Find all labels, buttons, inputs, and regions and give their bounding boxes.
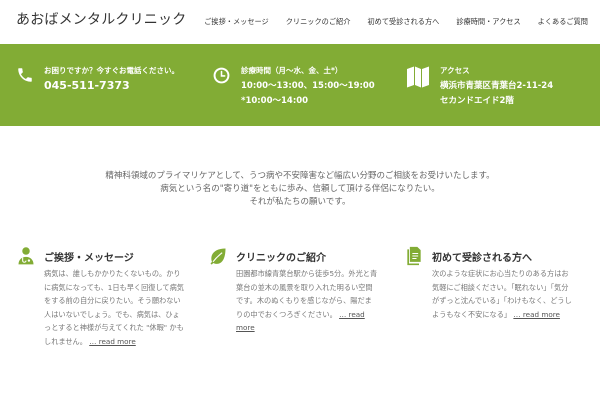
access-address: 横浜市青葉区青葉台2-11-24 — [440, 81, 554, 91]
nav-first-visit[interactable]: 初めて受診される方へ — [367, 17, 439, 27]
leaf-icon — [210, 248, 226, 265]
hours-saturday: *10:00〜14:00 — [241, 96, 309, 106]
intro-line: それが私たちの願いです。 — [249, 197, 351, 207]
map-icon — [407, 66, 429, 88]
phone-info: お困りですか？今すぐお電話ください。 045-511-7373 — [16, 44, 196, 126]
main-nav: ご挨拶・メッセージ クリニックのご紹介 初めて受診される方へ 診療時間・アクセス… — [187, 17, 588, 27]
feature-text: 田園都市線青葉台駅から徒歩5分。外光と青葉台の並木の風景を取り入れた明るい空間で… — [236, 269, 378, 332]
access-building: セカンドエイド2階 — [440, 96, 514, 106]
document-icon — [407, 246, 421, 266]
feature-title[interactable]: クリニックのご紹介 — [236, 249, 326, 264]
nav-faq[interactable]: よくあるご質問 — [538, 17, 588, 27]
intro-line: 病気という名の"寄り道"をともに歩み、信頼して頂ける伴侶になりたい。 — [160, 184, 440, 194]
feature-title[interactable]: ご挨拶・メッセージ — [44, 249, 134, 264]
read-more-link[interactable]: … read more — [513, 310, 560, 319]
access-label: アクセス — [440, 66, 470, 75]
nav-greeting[interactable]: ご挨拶・メッセージ — [204, 17, 269, 27]
intro-line: 精神科領域のプライマリケアとして、うつ病や不安障害など幅広い分野のご相談をお受け… — [105, 171, 495, 181]
phone-number[interactable]: 045-511-7373 — [44, 79, 130, 92]
access-info: アクセス 横浜市青葉区青葉台2-11-24 セカンドエイド2階 — [406, 44, 596, 126]
hours-info: 診療時間（月〜水、金、土*） 10:00〜13:00、15:00〜19:00 *… — [212, 44, 392, 126]
read-more-link[interactable]: … read more — [89, 337, 136, 346]
site-header: あおばメンタルクリニック ご挨拶・メッセージ クリニックのご紹介 初めて受診され… — [0, 0, 600, 44]
feature-text: 次のような症状にお心当たりのある方はお気軽にご相談ください。「眠れない」「気分が… — [432, 269, 572, 319]
intro-message: 精神科領域のプライマリケアとして、うつ病や不安障害など幅広い分野のご相談をお受け… — [0, 170, 600, 209]
nav-clinic-intro[interactable]: クリニックのご紹介 — [286, 17, 351, 27]
feature-text: 病気は、誰しもかかりたくないもの。かりに病気になっても、1日も早く回復して病気を… — [44, 269, 184, 346]
site-title[interactable]: あおばメンタルクリニック — [16, 9, 186, 29]
clock-icon — [213, 67, 230, 84]
phone-label: お困りですか？今すぐお電話ください。 — [44, 66, 179, 75]
doctor-icon — [18, 247, 34, 265]
nav-hours-access[interactable]: 診療時間・アクセス — [456, 17, 520, 27]
feature-title[interactable]: 初めて受診される方へ — [432, 249, 532, 264]
hours-weekday: 10:00〜13:00、15:00〜19:00 — [241, 81, 375, 91]
phone-icon — [18, 68, 32, 82]
info-bar: お困りですか？今すぐお電話ください。 045-511-7373 診療時間（月〜水… — [0, 44, 600, 126]
hours-label: 診療時間（月〜水、金、土*） — [241, 66, 343, 75]
